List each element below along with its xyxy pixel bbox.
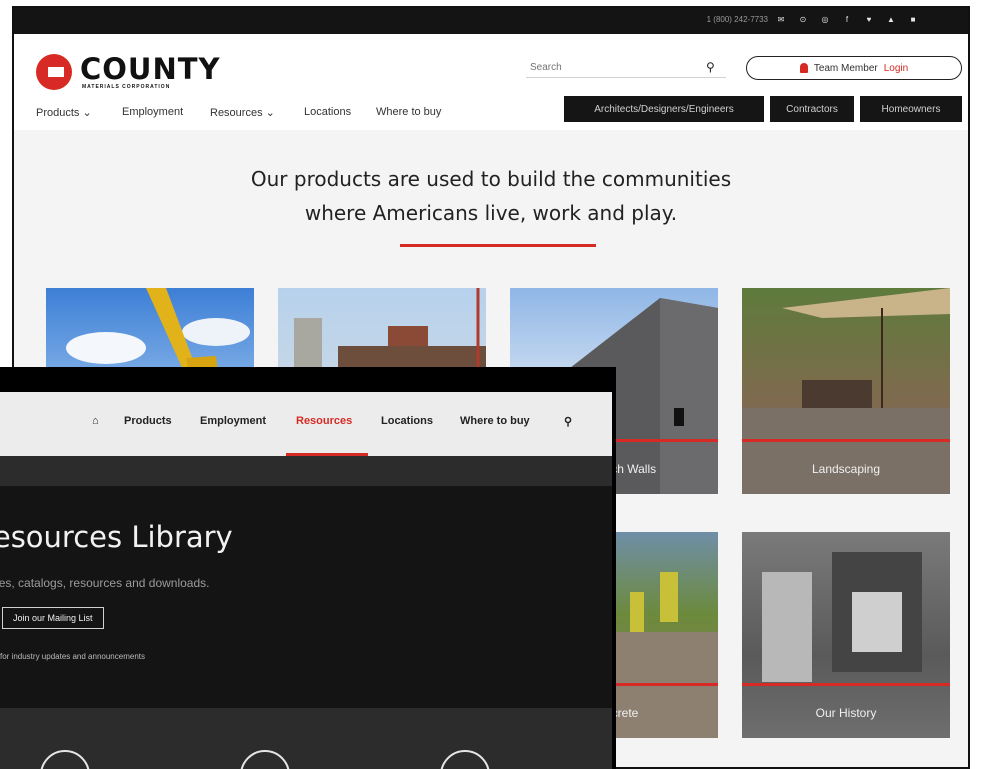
resources-nav-employment[interactable]: Employment — [200, 415, 266, 427]
nav-item-products[interactable]: Products ⌄ — [36, 106, 92, 119]
youtube-icon[interactable]: ▲ — [886, 15, 896, 25]
product-tile-our-history[interactable]: Our History — [742, 532, 950, 738]
linkedin-icon[interactable]: ■ — [908, 15, 918, 25]
search-icon[interactable]: ⚲ — [564, 415, 572, 428]
top-utility-bar: 1 (800) 242-7733 ✉ ⊙ ◎ f ♥ ▲ ■ — [14, 8, 968, 34]
search-icon[interactable]: ⚲ — [706, 60, 715, 74]
resources-library-window: ⌂ Products Employment Resources Location… — [0, 367, 616, 769]
category-circle-icon[interactable] — [40, 750, 90, 769]
resources-subtitle: guides, catalogs, resources and download… — [0, 576, 210, 590]
audience-homeowners-button[interactable]: Homeowners — [860, 96, 962, 122]
hero-line-1: Our products are used to build the commu… — [250, 167, 732, 191]
tile-accent-bar — [742, 683, 950, 686]
login-prefix: Team Member — [813, 62, 878, 74]
site-header: COUNTY MATERIALS CORPORATION ⚲ Team Memb… — [14, 34, 968, 130]
resources-category-strip — [0, 708, 612, 769]
instagram-icon[interactable]: ◎ — [820, 15, 830, 25]
product-tile-landscaping[interactable]: Landscaping — [742, 288, 950, 494]
resources-nav-bar: ⌂ Products Employment Resources Location… — [0, 392, 612, 456]
resources-nav-resources[interactable]: Resources — [296, 415, 352, 427]
email-icon[interactable]: ✉ — [776, 15, 786, 25]
nav-item-where-to-buy[interactable]: Where to buy — [376, 106, 441, 118]
nav-item-locations[interactable]: Locations — [304, 106, 351, 118]
team-member-login-button[interactable]: Team Member Login — [746, 56, 962, 80]
nav-item-employment[interactable]: Employment — [122, 106, 183, 118]
tile-accent-bar — [742, 439, 950, 442]
phone-number[interactable]: 1 (800) 242-7733 — [707, 15, 768, 24]
category-circle-icon[interactable] — [440, 750, 490, 769]
logo-subtext: MATERIALS CORPORATION — [82, 84, 171, 90]
resources-nav-locations[interactable]: Locations — [381, 415, 433, 427]
location-icon[interactable]: ⊙ — [798, 15, 808, 25]
tile-label-our-history[interactable]: Our History — [742, 706, 950, 720]
twitter-icon[interactable]: ♥ — [864, 15, 874, 25]
resources-subheader-strip — [0, 456, 612, 486]
resources-nav-where-to-buy[interactable]: Where to buy — [460, 415, 530, 427]
audience-architects-button[interactable]: Architects/Designers/Engineers — [564, 96, 764, 122]
resources-hero: Resources Library guides, catalogs, reso… — [0, 486, 612, 708]
nav-item-resources[interactable]: Resources ⌄ — [210, 106, 275, 119]
hero-divider — [400, 244, 596, 247]
audience-contractors-button[interactable]: Contractors — [770, 96, 854, 122]
home-icon[interactable]: ⌂ — [92, 415, 99, 427]
resources-nav-products[interactable]: Products — [124, 415, 172, 427]
hero-line-2: where Americans live, work and play. — [304, 201, 678, 225]
mailing-list-note: for industry updates and announcements — [0, 652, 145, 661]
user-icon — [799, 63, 808, 73]
category-circle-icon[interactable] — [240, 750, 290, 769]
search-input[interactable] — [526, 58, 726, 78]
resources-title: Resources Library — [0, 520, 233, 554]
facebook-icon[interactable]: f — [842, 15, 852, 25]
logo-mark-icon[interactable] — [36, 54, 72, 90]
tile-label-landscaping[interactable]: Landscaping — [742, 462, 950, 476]
logo-text[interactable]: COUNTY — [80, 52, 221, 86]
login-link[interactable]: Login — [884, 63, 908, 74]
join-mailing-list-button[interactable]: Join our Mailing List — [2, 607, 104, 629]
hero-headline: Our products are used to build the commu… — [14, 162, 968, 230]
